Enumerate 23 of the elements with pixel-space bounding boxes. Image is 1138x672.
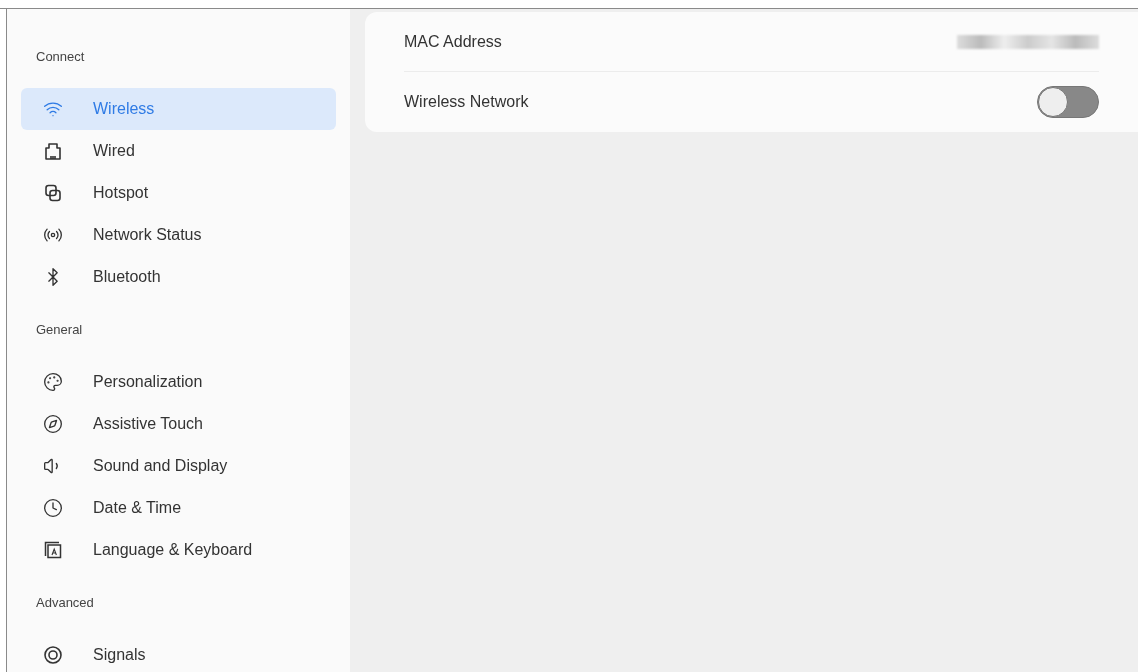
section-heading: General xyxy=(35,322,84,337)
letter-card-icon xyxy=(43,540,63,560)
setting-label: MAC Address xyxy=(404,31,502,52)
sidebar-item[interactable]: Bluetooth xyxy=(21,256,336,298)
sidebar-item[interactable]: Personalization xyxy=(21,361,336,403)
sidebar-item[interactable]: Sound and Display xyxy=(21,445,336,487)
compass-icon xyxy=(43,414,63,434)
sidebar-item[interactable]: Date & Time xyxy=(21,487,336,529)
concentric-circles-icon xyxy=(43,645,63,665)
sidebar-item[interactable]: Hotspot xyxy=(21,172,336,214)
ethernet-port-icon xyxy=(43,141,63,161)
sidebar-item[interactable]: Wired xyxy=(21,130,336,172)
clock-icon xyxy=(43,498,63,518)
section-heading: Advanced xyxy=(35,595,95,610)
sidebar-item[interactable]: Network Status xyxy=(21,214,336,256)
setting-label: Wireless Network xyxy=(404,92,529,112)
sidebar-item[interactable]: Assistive Touch xyxy=(21,403,336,445)
overlapping-squares-icon xyxy=(43,183,63,203)
palette-icon xyxy=(43,372,63,392)
toggle-switch[interactable] xyxy=(1037,86,1099,118)
section-heading: Connect xyxy=(35,49,86,64)
sidebar-item[interactable]: Signals xyxy=(21,634,336,672)
sidebar-item[interactable]: Language & Keyboard xyxy=(21,529,336,571)
